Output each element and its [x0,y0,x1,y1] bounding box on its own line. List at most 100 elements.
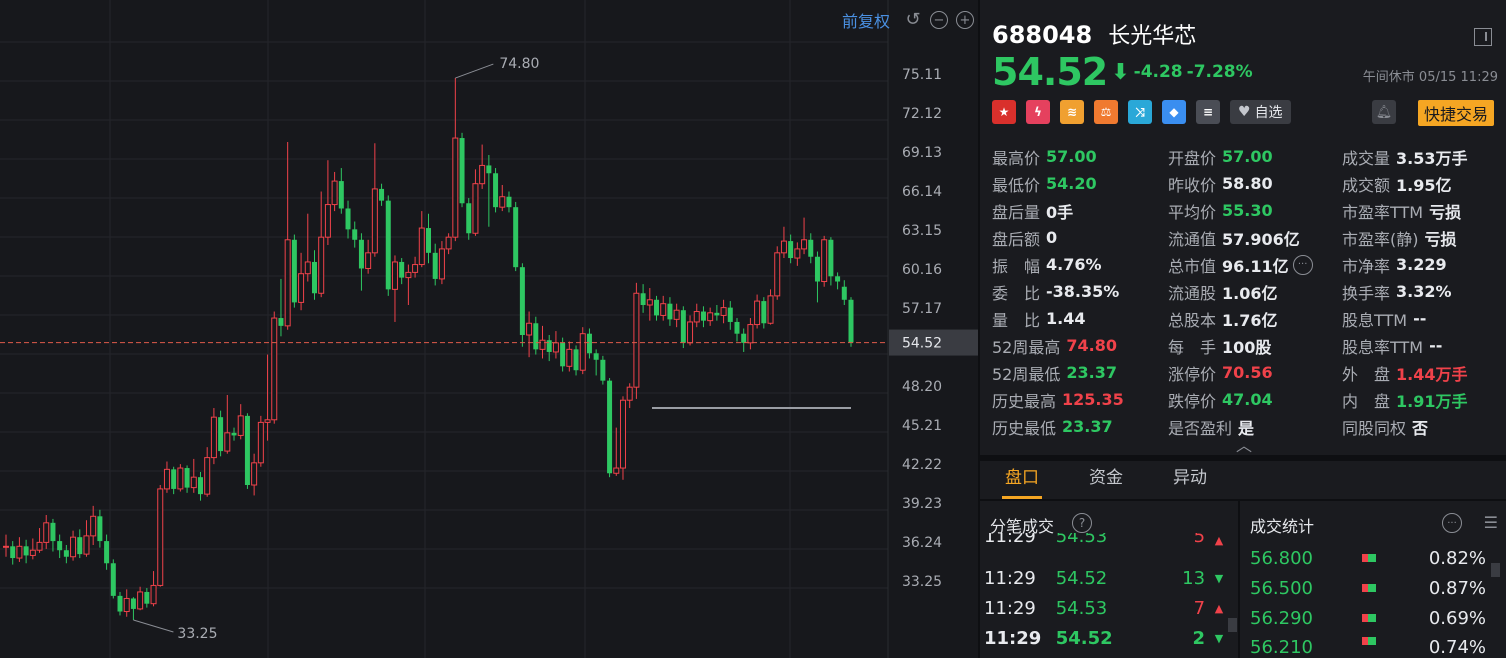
scrollbar[interactable] [1491,563,1500,577]
more-icon[interactable]: ··· [1442,513,1462,533]
tab-2[interactable]: 异动 [1148,461,1232,499]
kline-chart-panel[interactable]: 75.1172.1269.1366.1463.1560.1657.1751.19… [0,0,978,658]
candle-body [754,300,761,326]
low-marker-line [133,619,174,633]
lightning-icon[interactable]: ϟ [1026,100,1050,124]
stat-label: 总股本 [1168,310,1217,330]
candle-body [680,310,686,343]
candle-body [385,200,391,290]
candle-body [835,276,841,282]
scrollbar[interactable] [1228,618,1237,632]
stat-cell: 跌停价 47.04 [1168,388,1342,412]
stat-cell: 同股同权否 [1342,415,1502,439]
candle-body [77,537,83,555]
candle-body [352,229,358,240]
candle-body [533,323,539,350]
zoom-in-icon[interactable]: + [956,11,974,29]
stat-value: 23.37 [1066,363,1117,382]
candle-body [224,432,231,452]
balance-icon[interactable]: ⚖ [1094,100,1118,124]
layout-toggle-icon[interactable] [1474,28,1492,46]
bell-icon[interactable]: 🔔︎ [1372,100,1396,124]
candle-body [633,292,640,388]
candle-body [311,261,317,294]
candle-body [210,416,217,459]
stat-label: 量 比 [992,310,1041,330]
stat-label: 52周最高 [992,337,1061,357]
stat-label: 每 手 [1168,337,1217,357]
tick-price: 54.52 [1055,567,1108,589]
stat-label: 股息TTM [1342,310,1408,330]
stat-cell: 流通值 57.906亿 [1168,226,1342,250]
price-change: -4.28 [1133,62,1183,82]
candle-body [780,240,787,254]
candle-body [399,261,405,278]
y-axis-tick-label: 48.20 [902,379,942,395]
candle-body [278,318,284,326]
stat-label: 最高价 [992,148,1041,168]
candle-body [466,203,472,234]
candle-body [788,241,794,259]
tab-0[interactable]: 盘口 [980,461,1064,499]
up-triangle-icon: ▲ [1214,534,1224,547]
add-watchlist-button[interactable]: ♥ 自选 [1230,100,1291,124]
kline-chart[interactable]: 75.1172.1269.1366.1463.1560.1657.1751.19… [0,0,978,658]
adjust-price-toggle[interactable]: 前复权 [842,8,890,32]
stat-value: 否 [1412,418,1429,438]
help-icon[interactable]: ? [1072,513,1092,533]
candle-body [304,261,311,275]
tick-row: 11:29 54.52 2 ▼ [984,623,1229,653]
tick-volume: 7 [1193,597,1206,619]
stat-row: 盘后额 0 流通值 57.906亿 市盈率(静) 亏损 [992,224,1502,251]
candle-body [546,340,552,352]
y-axis-tick-label: 66.14 [902,184,942,200]
candle-body [405,271,412,279]
volume-ratio-bar [1362,584,1376,592]
stat-value: 1.76亿 [1222,310,1278,330]
stat-cell: 52周最高 74.80 [992,334,1168,358]
stat-label: 跌停价 [1168,391,1217,411]
stat-value: 3.53万手 [1396,148,1468,168]
y-axis-tick-label: 69.13 [902,145,942,161]
candle-body [157,488,164,586]
stat-cell: 盘后额 0 [992,226,1168,250]
candle-body [526,322,533,336]
stat-value: 1.44万手 [1396,364,1468,384]
chart-toolbar: 前复权 ↺ − + [842,8,974,32]
candle-body [318,236,325,294]
stat-value: 96.11亿 [1222,256,1289,276]
reset-icon[interactable]: ↺ [904,11,922,29]
candle-body [144,591,150,604]
stat-label: 平均价 [1168,202,1217,222]
shuffle-icon[interactable]: ⤨ [1128,100,1152,124]
stat-value: 58.80 [1222,174,1273,193]
more-icon[interactable]: ··· [1292,254,1313,275]
candle-body [83,535,90,555]
china-flag-icon[interactable]: ★ [992,100,1016,124]
volume-ratio-bar [1362,637,1376,645]
high-marker-line [455,63,494,79]
stat-value: 0 [1046,228,1058,247]
candle-body [204,457,211,495]
database-icon[interactable]: ≋ [1060,100,1084,124]
candle-body [700,311,706,321]
list-icon[interactable]: ☰ [1484,513,1498,532]
candle-body [761,301,767,324]
stat-value: 1.44 [1046,309,1086,328]
tab-1[interactable]: 资金 [1064,461,1148,499]
candle-body [841,286,847,300]
tag-icon[interactable]: ◆ [1162,100,1186,124]
tick-time: 11:29 [984,597,1036,619]
volume-price: 56.500 [1250,577,1313,599]
collapse-caret-icon[interactable]: ︿ [1236,432,1252,456]
quick-trade-button[interactable]: 快捷交易 [1417,100,1494,126]
candle-body [445,236,452,250]
volume-percent: 0.87% [1428,577,1486,599]
zoom-out-icon[interactable]: − [930,11,948,29]
stat-cell: 委 比 -38.35% [992,280,1168,304]
stat-value: 3.229 [1396,255,1447,274]
candle-body [714,312,720,316]
document-icon[interactable]: ≡ [1196,100,1220,124]
stat-cell: 量 比 1.44 [992,307,1168,331]
volume-price: 56.210 [1250,637,1313,657]
